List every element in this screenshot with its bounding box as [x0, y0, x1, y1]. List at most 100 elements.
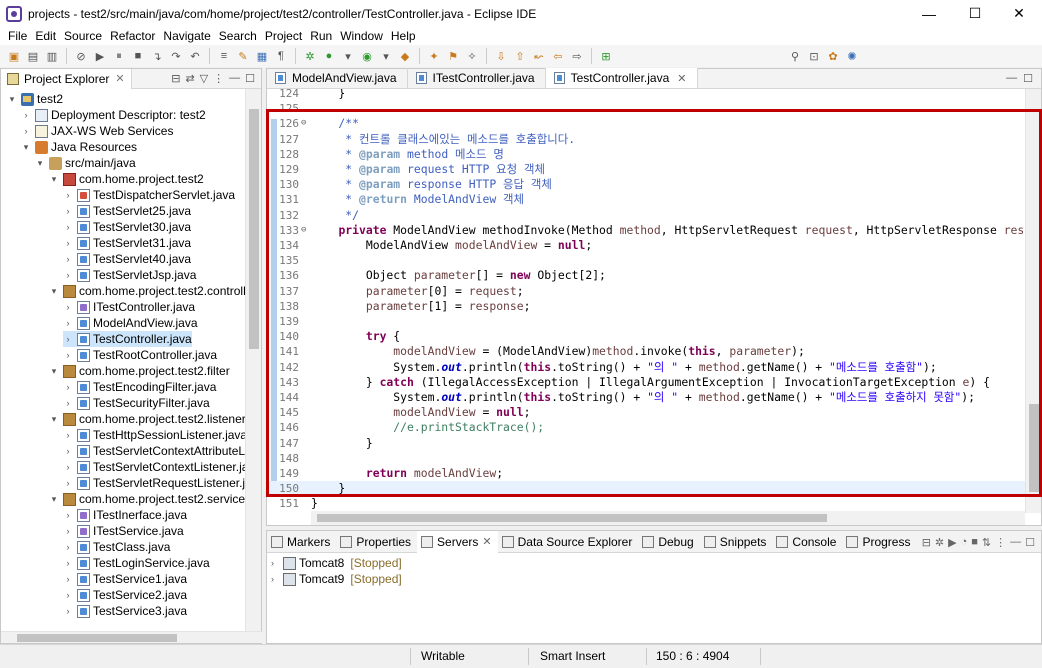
- menu-source[interactable]: Source: [60, 29, 106, 43]
- expand-icon[interactable]: ›: [63, 254, 73, 264]
- start-server-icon[interactable]: ▶: [948, 536, 956, 549]
- code-line[interactable]: 149 return modelAndView;: [267, 466, 1025, 481]
- minimize-view-icon[interactable]: —: [1010, 536, 1021, 549]
- code-line[interactable]: 145 modelAndView = null;: [267, 405, 1025, 420]
- open-task-icon[interactable]: ⚑: [445, 48, 461, 64]
- expand-icon[interactable]: ›: [63, 606, 73, 616]
- expand-icon[interactable]: ›: [63, 206, 73, 216]
- expand-icon[interactable]: ▾: [7, 94, 17, 105]
- perspective-open-icon[interactable]: ⊡: [806, 48, 822, 64]
- expand-icon[interactable]: ▾: [35, 158, 45, 169]
- run-icon[interactable]: ●: [321, 48, 337, 64]
- tree-item[interactable]: › Deployment Descriptor: test2: [21, 107, 206, 123]
- explorer-vertical-scrollbar[interactable]: [245, 89, 261, 633]
- code-line[interactable]: 150 }: [267, 481, 1025, 497]
- step-return-icon[interactable]: ↶: [187, 48, 203, 64]
- tab-data-source-explorer[interactable]: Data Source Explorer: [498, 531, 639, 553]
- code-line[interactable]: 141 modelAndView = (ModelAndView)method.…: [267, 344, 1025, 359]
- expand-icon[interactable]: ›: [63, 446, 73, 456]
- editor-vertical-scrollbar[interactable]: [1025, 89, 1041, 513]
- tree-item[interactable]: › TestServlet40.java: [63, 251, 192, 267]
- server-item-tomcat9[interactable]: › Tomcat9 [Stopped]: [271, 571, 402, 587]
- run-dropdown-icon[interactable]: ▾: [340, 48, 356, 64]
- coverage-icon[interactable]: ◉: [359, 48, 375, 64]
- tree-item[interactable]: › TestRootController.java: [63, 347, 218, 363]
- expand-icon[interactable]: ›: [271, 574, 281, 584]
- menu-help[interactable]: Help: [387, 29, 420, 43]
- explorer-horizontal-scrollbar[interactable]: [1, 631, 263, 643]
- expand-icon[interactable]: ›: [63, 430, 73, 440]
- coverage-dropdown-icon[interactable]: ▾: [378, 48, 394, 64]
- last-edit-icon[interactable]: ↜: [531, 48, 547, 64]
- expand-icon[interactable]: ›: [63, 190, 73, 200]
- expand-icon[interactable]: ▾: [49, 366, 59, 377]
- code-line[interactable]: 147 }: [267, 436, 1025, 451]
- tree-item[interactable]: ▾ com.home.project.test2.controller: [49, 283, 247, 299]
- step-into-icon[interactable]: ↴: [149, 48, 165, 64]
- scroll-thumb[interactable]: [249, 109, 259, 349]
- tree-item[interactable]: › TestService3.java: [63, 603, 188, 619]
- code-line[interactable]: 135: [267, 253, 1025, 268]
- expand-icon[interactable]: ▾: [21, 142, 31, 153]
- tree-item[interactable]: › TestService1.java: [63, 571, 188, 587]
- menu-file[interactable]: File: [4, 29, 31, 43]
- expand-icon[interactable]: ›: [63, 238, 73, 248]
- step-over-icon[interactable]: ↷: [168, 48, 184, 64]
- expand-icon[interactable]: ›: [63, 350, 73, 360]
- open-type-icon[interactable]: ✦: [426, 48, 442, 64]
- expand-icon[interactable]: ›: [63, 478, 73, 488]
- forward-icon[interactable]: ⇨: [569, 48, 585, 64]
- expand-icon[interactable]: ›: [21, 126, 31, 136]
- expand-icon[interactable]: ›: [63, 382, 73, 392]
- code-line[interactable]: 137 parameter[0] = request;: [267, 284, 1025, 299]
- link-editor-icon[interactable]: ⇄: [185, 72, 194, 85]
- close-icon[interactable]: ✕: [482, 535, 491, 548]
- pin-editor-icon[interactable]: ⊞: [598, 48, 614, 64]
- new-icon[interactable]: ▣: [6, 48, 22, 64]
- fold-icon[interactable]: ⊖: [301, 223, 306, 238]
- code-line[interactable]: 132 */: [267, 208, 1025, 223]
- tree-item[interactable]: › TestHttpSessionListener.java: [63, 427, 248, 443]
- expand-icon[interactable]: ›: [63, 302, 73, 312]
- menu-refactor[interactable]: Refactor: [106, 29, 159, 43]
- code-line[interactable]: 130 * @param response HTTP 응답 객체: [267, 177, 1025, 192]
- fold-icon[interactable]: ⊖: [301, 116, 306, 131]
- tree-item[interactable]: ▾ test2: [7, 91, 63, 107]
- tree-item[interactable]: › TestLoginService.java: [63, 555, 210, 571]
- tree-item[interactable]: › JAX-WS Web Services: [21, 123, 174, 139]
- maximize-view-icon[interactable]: ☐: [1023, 72, 1033, 85]
- tab-properties[interactable]: Properties: [336, 531, 417, 553]
- code-area[interactable]: 124 } 125 126 ⊖ /** 127 * 컨트롤 클래스에있는 메소드를 호출…: [267, 89, 1025, 513]
- tree-item[interactable]: › TestService2.java: [63, 587, 188, 603]
- tab-servers[interactable]: Servers ✕: [417, 530, 498, 553]
- tree-item[interactable]: › ITestService.java: [63, 523, 184, 539]
- project-explorer-tab[interactable]: Project Explorer ✕: [1, 68, 132, 89]
- tree-item[interactable]: ▾ com.home.project.test2.service: [49, 491, 245, 507]
- expand-icon[interactable]: ›: [63, 334, 73, 344]
- code-line[interactable]: 128 * @param method 메소드 명: [267, 147, 1025, 162]
- tab-testcontroller[interactable]: TestController.java ✕: [545, 68, 698, 88]
- expand-icon[interactable]: ›: [63, 462, 73, 472]
- expand-icon[interactable]: ›: [63, 558, 73, 568]
- save-icon[interactable]: ▤: [25, 48, 41, 64]
- profile-server-icon[interactable]: ◔: [961, 536, 968, 549]
- maximize-view-icon[interactable]: ☐: [245, 72, 255, 85]
- code-line[interactable]: 140 try {: [267, 329, 1025, 344]
- expand-icon[interactable]: ›: [271, 558, 281, 568]
- tab-snippets[interactable]: Snippets: [700, 531, 773, 553]
- tab-console[interactable]: Console: [772, 531, 842, 553]
- editor-horizontal-scrollbar[interactable]: [311, 511, 1025, 525]
- expand-icon[interactable]: ▾: [49, 414, 59, 425]
- tree-item[interactable]: › TestServletJsp.java: [63, 267, 197, 283]
- code-line[interactable]: 139: [267, 314, 1025, 329]
- server-item-tomcat8[interactable]: › Tomcat8 [Stopped]: [271, 555, 402, 571]
- tree-item[interactable]: › ITestController.java: [63, 299, 196, 315]
- stop-server-icon[interactable]: ■: [971, 536, 978, 549]
- expand-icon[interactable]: ›: [63, 222, 73, 232]
- code-line[interactable]: 126 ⊖ /**: [267, 116, 1025, 131]
- close-icon[interactable]: ✕: [115, 72, 124, 85]
- debug-server-icon[interactable]: ✲: [935, 536, 944, 549]
- tree-item[interactable]: › TestDispatcherServlet.java: [63, 187, 236, 203]
- skip-breakpoints-icon[interactable]: ⊘: [73, 48, 89, 64]
- next-annotation-icon[interactable]: ⇩: [493, 48, 509, 64]
